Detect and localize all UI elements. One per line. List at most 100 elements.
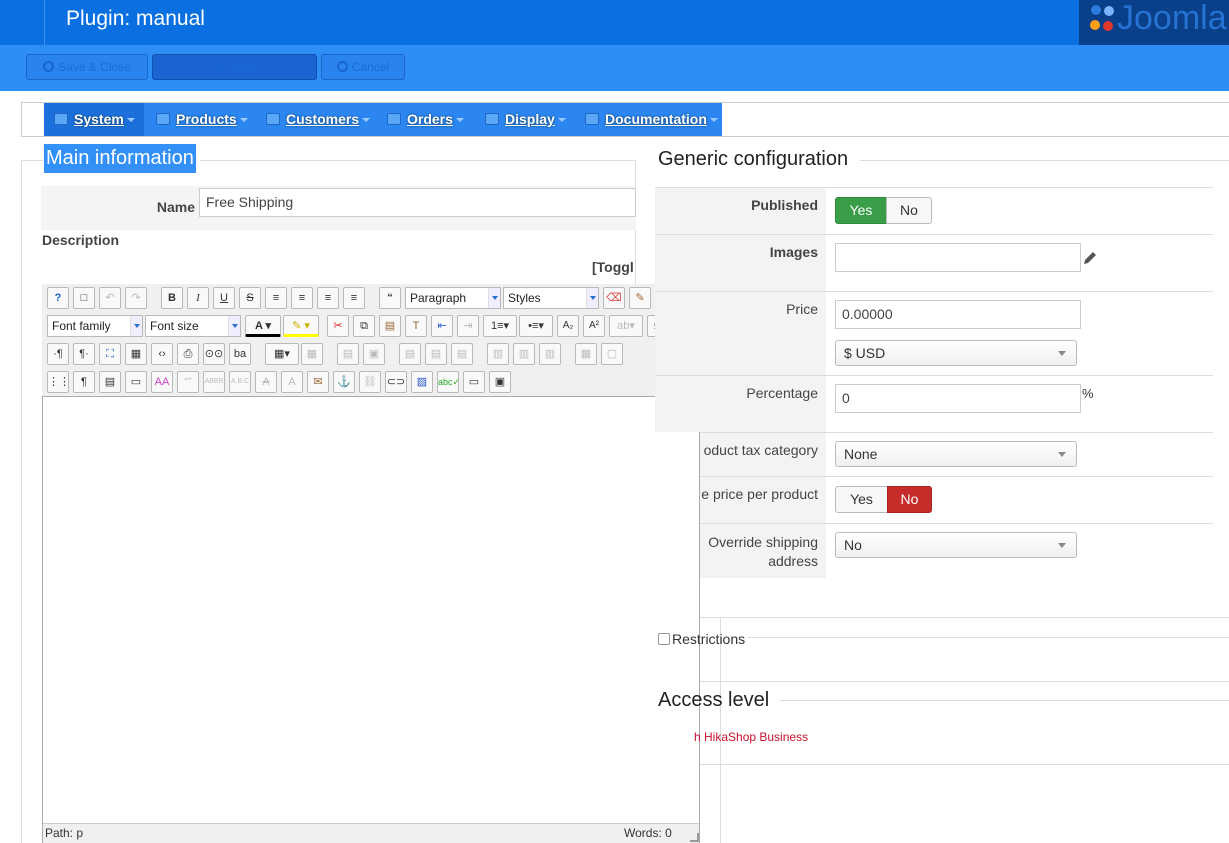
delete-col-icon[interactable]: ▥ <box>539 343 561 365</box>
per-product-no-button[interactable]: No <box>887 486 932 513</box>
paste-text-icon[interactable]: T <box>405 315 427 337</box>
align-center-icon[interactable]: ≡ <box>291 287 313 309</box>
table-insert-icon[interactable]: ▦▾ <box>265 343 299 365</box>
words-label: Words: <box>624 826 662 840</box>
italic-icon[interactable]: I <box>187 287 209 309</box>
override-shipping-select[interactable]: No <box>835 532 1077 558</box>
subscript-icon[interactable]: A₂ <box>557 315 579 337</box>
insert-row-before-icon[interactable]: ▤ <box>399 343 421 365</box>
copy-icon[interactable]: ⧉ <box>353 315 375 337</box>
per-product-yes-button[interactable]: Yes <box>835 486 888 513</box>
menu-item-documentation[interactable]: Documentation <box>585 103 720 136</box>
menu-item-orders[interactable]: Orders <box>387 103 477 136</box>
show-blocks-icon[interactable]: ¶ <box>73 371 95 393</box>
unlink-icon[interactable]: ⛓ <box>359 371 381 393</box>
page-break-icon[interactable]: ▭ <box>463 371 485 393</box>
path-value[interactable]: p <box>76 826 83 840</box>
cut-icon[interactable]: ✂ <box>327 315 349 337</box>
fullscreen-icon[interactable]: ⛶ <box>99 343 121 365</box>
cite-icon[interactable]: “” <box>177 371 199 393</box>
anchor-icon[interactable]: ⚓ <box>333 371 355 393</box>
indent-icon[interactable]: ⇥ <box>457 315 479 337</box>
align-justify-icon[interactable]: ≡ <box>265 287 287 309</box>
percentage-input[interactable]: 0 <box>835 384 1081 413</box>
help-icon[interactable]: ? <box>47 287 69 309</box>
bullet-list-icon[interactable]: •≡▾ <box>519 315 553 337</box>
delete-row-icon[interactable]: ▤ <box>451 343 473 365</box>
redo-icon[interactable]: ↷ <box>125 287 147 309</box>
joomla-logo[interactable]: Joomla <box>1079 0 1229 45</box>
merge-cells-icon[interactable]: ▢ <box>601 343 623 365</box>
format-select[interactable]: Paragraph <box>405 287 501 309</box>
resize-handle-icon[interactable] <box>690 833 699 842</box>
template-icon[interactable]: ▤ <box>99 371 121 393</box>
tax-category-select[interactable]: None <box>835 441 1077 467</box>
spellcheck-icon[interactable]: abc✓ <box>437 371 460 393</box>
currency-select[interactable]: $ USD <box>835 340 1077 366</box>
price-input[interactable]: 0.00000 <box>835 300 1081 329</box>
pencil-edit-icon[interactable] <box>1082 250 1098 266</box>
acronym-icon[interactable]: A.B.C <box>229 371 251 393</box>
delete-text-icon[interactable]: A <box>255 371 277 393</box>
styles-props-icon[interactable]: AA <box>151 371 173 393</box>
visual-aid-icon[interactable]: ⋮⋮ <box>47 371 70 393</box>
attributes-icon[interactable]: ✉ <box>307 371 329 393</box>
text-color-icon[interactable]: A ▾ <box>245 315 281 337</box>
underline-icon[interactable]: U <box>213 287 235 309</box>
undo-icon[interactable]: ↶ <box>99 287 121 309</box>
images-input[interactable] <box>835 243 1081 272</box>
cancel-button[interactable]: Cancel <box>321 54 405 80</box>
menu-item-display[interactable]: Display <box>485 103 575 136</box>
highlight-color-icon[interactable]: ✎ ▾ <box>283 315 319 337</box>
insert-row-after-icon[interactable]: ▤ <box>425 343 447 365</box>
cleanup-broom-icon[interactable]: ✎ <box>629 287 651 309</box>
insert-col-before-icon[interactable]: ▥ <box>487 343 509 365</box>
font-size-select[interactable]: Font size <box>145 315 241 337</box>
align-right-icon[interactable]: ≡ <box>343 287 365 309</box>
font-family-select[interactable]: Font family <box>47 315 143 337</box>
source-code-icon[interactable]: ‹› <box>151 343 173 365</box>
print-icon[interactable]: ⎙ <box>177 343 199 365</box>
cell-properties-icon[interactable]: ▣ <box>363 343 385 365</box>
insert-col-after-icon[interactable]: ▥ <box>513 343 535 365</box>
image-icon[interactable]: ▨ <box>411 371 433 393</box>
language-icon[interactable]: ab▾ <box>609 315 643 337</box>
eraser-icon[interactable]: ⌫ <box>603 287 625 309</box>
save-button[interactable]: Save <box>152 54 317 80</box>
published-yes-button[interactable]: Yes <box>835 197 887 224</box>
abbr-icon[interactable]: ABBR <box>203 371 225 393</box>
caret-down-icon <box>362 118 371 122</box>
words-value: 0 <box>665 826 672 840</box>
blockquote-icon[interactable]: “ <box>379 287 401 309</box>
bold-icon[interactable]: B <box>161 287 183 309</box>
rtl-direction-icon[interactable]: ¶· <box>73 343 95 365</box>
published-no-button[interactable]: No <box>886 197 932 224</box>
align-left-icon[interactable]: ≡ <box>317 287 339 309</box>
restrictions-label[interactable]: Restrictions <box>672 631 745 647</box>
superscript-icon[interactable]: A² <box>583 315 605 337</box>
ltr-direction-icon[interactable]: ·¶ <box>47 343 69 365</box>
outdent-icon[interactable]: ⇤ <box>431 315 453 337</box>
toggle-editor-link[interactable]: [Toggl <box>592 259 634 275</box>
insert-layer-icon[interactable]: ▭ <box>125 371 147 393</box>
replace-icon[interactable]: ba <box>229 343 251 365</box>
numbered-list-icon[interactable]: 1≡▾ <box>483 315 517 337</box>
restrictions-checkbox[interactable] <box>658 633 670 645</box>
find-binoculars-icon[interactable]: ⊙⊙ <box>203 343 225 365</box>
menu-item-system[interactable]: System <box>44 103 144 136</box>
row-properties-icon[interactable]: ▤ <box>337 343 359 365</box>
menu-item-products[interactable]: Products <box>156 103 256 136</box>
save-close-button[interactable]: Save & Close <box>26 54 148 80</box>
strikethrough-icon[interactable]: S <box>239 287 261 309</box>
insert-text-icon[interactable]: A <box>281 371 303 393</box>
link-icon[interactable]: ⊂⊃ <box>385 371 407 393</box>
paste-icon[interactable]: ▤ <box>379 315 401 337</box>
menu-item-customers[interactable]: Customers <box>266 103 376 136</box>
name-input[interactable]: Free Shipping <box>199 188 636 217</box>
split-cells-icon[interactable]: ▦ <box>575 343 597 365</box>
styles-select[interactable]: Styles <box>503 287 599 309</box>
table-delete-icon[interactable]: ▦ <box>301 343 323 365</box>
preview-icon[interactable]: ▦ <box>125 343 147 365</box>
read-more-icon[interactable]: ▣ <box>489 371 511 393</box>
new-document-icon[interactable]: □ <box>73 287 95 309</box>
